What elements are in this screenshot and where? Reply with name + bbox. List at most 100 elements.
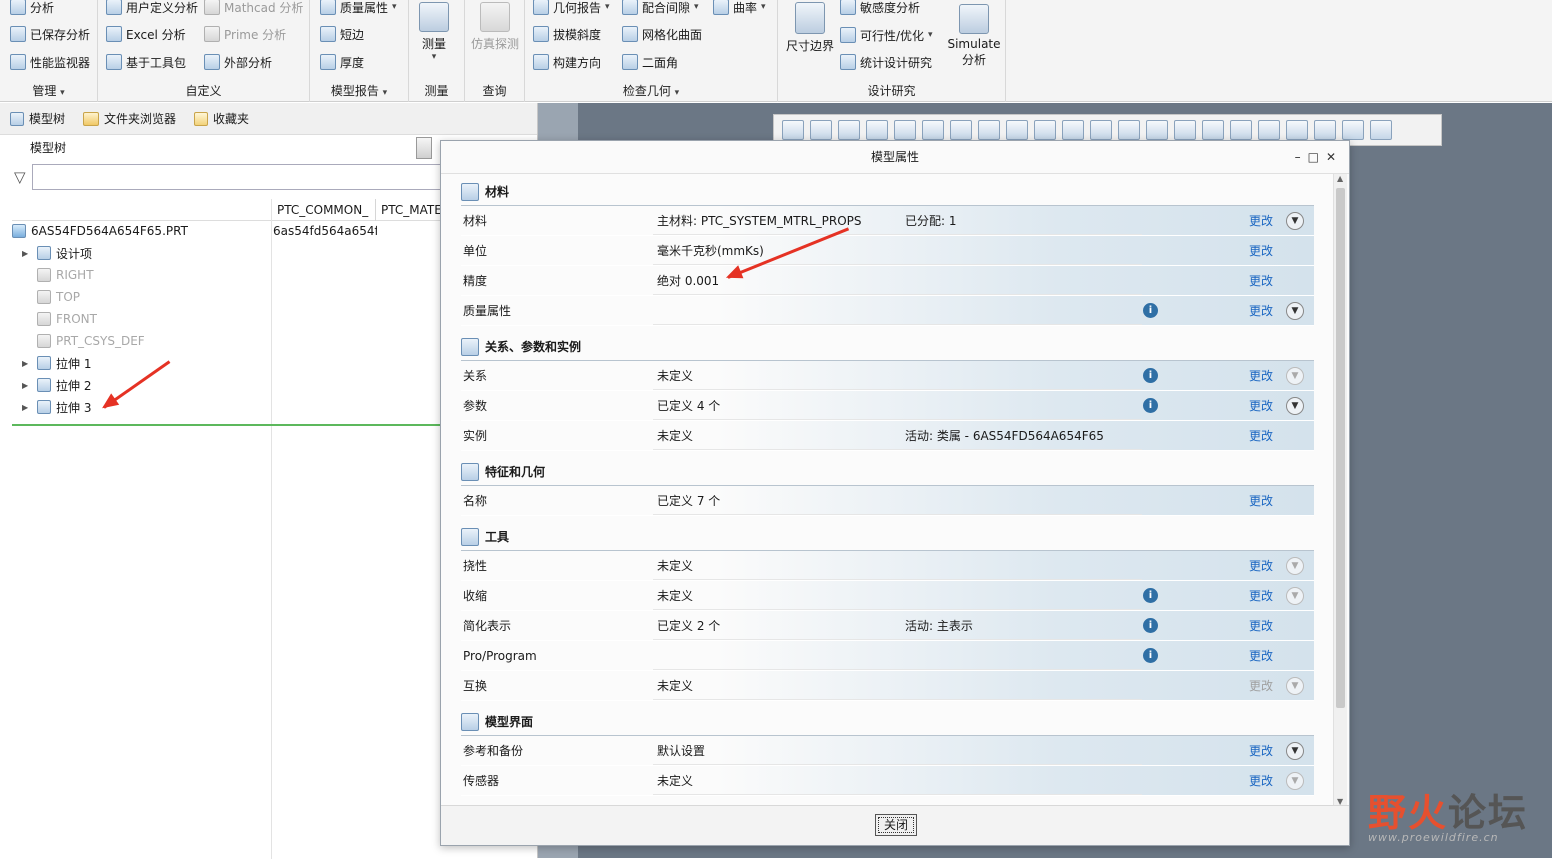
change-link[interactable]: 更改 bbox=[1249, 617, 1273, 634]
measure-button[interactable]: 测量 ▾ bbox=[419, 2, 449, 62]
filter-icon[interactable]: ▽ bbox=[14, 168, 26, 186]
performance-monitor-button[interactable]: 性能监视器 bbox=[10, 52, 90, 72]
tab-favorites[interactable]: 收藏夹 bbox=[194, 110, 249, 127]
change-link[interactable]: 更改 bbox=[1249, 302, 1273, 319]
view-tool-icon[interactable] bbox=[1062, 120, 1084, 140]
view-tool-icon[interactable] bbox=[894, 120, 916, 140]
view-tool-icon[interactable] bbox=[866, 120, 888, 140]
simulate-analysis-button[interactable]: Simulate 分析 bbox=[946, 4, 1002, 68]
scroll-thumb[interactable] bbox=[1336, 188, 1345, 708]
change-link[interactable]: 更改 bbox=[1249, 557, 1273, 574]
statistical-study-button[interactable]: 统计设计研究 bbox=[840, 52, 932, 72]
view-tool-icon[interactable] bbox=[1230, 120, 1252, 140]
view-tool-icon[interactable] bbox=[1370, 120, 1392, 140]
view-tool-icon[interactable] bbox=[1342, 120, 1364, 140]
clearance-button[interactable]: 配合间隙 ▾ bbox=[622, 0, 699, 17]
expand-chevron-icon[interactable]: ▼ bbox=[1286, 211, 1304, 230]
view-tool-icon[interactable] bbox=[1006, 120, 1028, 140]
change-link[interactable]: 更改 bbox=[1249, 587, 1273, 604]
change-link[interactable]: 更改 bbox=[1249, 242, 1273, 259]
close-button[interactable]: 关闭 bbox=[875, 814, 917, 836]
change-link[interactable]: 更改 bbox=[1249, 272, 1273, 289]
toolkit-button[interactable]: 基于工具包 bbox=[106, 52, 186, 72]
help-icon[interactable]: i bbox=[1143, 648, 1158, 663]
tab-folder-browser[interactable]: 文件夹浏览器 bbox=[83, 110, 176, 127]
change-link[interactable]: 更改 bbox=[1249, 427, 1273, 444]
draft-button[interactable]: 拔模斜度 bbox=[533, 24, 601, 44]
view-tool-icon[interactable] bbox=[1146, 120, 1168, 140]
short-edge-button[interactable]: 短边 bbox=[320, 24, 364, 44]
help-icon[interactable]: i bbox=[1143, 588, 1158, 603]
user-defined-analysis-button[interactable]: 用户定义分析 bbox=[106, 0, 198, 17]
dihedral-button[interactable]: 二面角 bbox=[622, 52, 678, 72]
inspect-group-label[interactable]: 检查几何 ▾ bbox=[525, 82, 777, 99]
maximize-icon[interactable]: □ bbox=[1308, 150, 1326, 164]
curvature-button[interactable]: 曲率 ▾ bbox=[713, 0, 766, 17]
close-icon[interactable]: ✕ bbox=[1326, 150, 1343, 164]
view-tool-icon[interactable] bbox=[1202, 120, 1224, 140]
change-link[interactable]: 更改 bbox=[1249, 492, 1273, 509]
expand-chevron-icon[interactable]: ▼ bbox=[1286, 676, 1304, 695]
view-tool-icon[interactable] bbox=[1034, 120, 1056, 140]
view-tool-icon[interactable] bbox=[1090, 120, 1112, 140]
view-tool-icon[interactable] bbox=[1314, 120, 1336, 140]
expand-chevron-icon[interactable]: ▼ bbox=[1286, 586, 1304, 605]
external-analysis-button[interactable]: 外部分析 bbox=[204, 52, 272, 72]
help-icon[interactable]: i bbox=[1143, 303, 1158, 318]
property-extra: 已分配: 1 bbox=[905, 214, 957, 228]
view-tool-icon[interactable] bbox=[950, 120, 972, 140]
view-tool-icon[interactable] bbox=[1286, 120, 1308, 140]
dialog-scrollbar[interactable]: ▲ ▼ bbox=[1333, 174, 1347, 806]
change-link[interactable]: 更改 bbox=[1249, 212, 1273, 229]
view-tool-icon[interactable] bbox=[978, 120, 1000, 140]
prime-analysis-button[interactable]: Prime 分析 bbox=[204, 24, 286, 44]
view-tool-icon[interactable] bbox=[1118, 120, 1140, 140]
thickness-button[interactable]: 厚度 bbox=[320, 52, 364, 72]
expand-arrow-icon[interactable]: ▶ bbox=[22, 381, 32, 390]
dialog-titlebar[interactable]: 模型属性 –□✕ bbox=[441, 141, 1349, 174]
expand-chevron-icon[interactable]: ▼ bbox=[1286, 556, 1304, 575]
column-ptc-common[interactable]: PTC_COMMON_ bbox=[271, 199, 375, 221]
expand-chevron-icon[interactable]: ▼ bbox=[1286, 396, 1304, 415]
sensitivity-analysis-button[interactable]: 敏感度分析 bbox=[840, 0, 920, 17]
expand-arrow-icon[interactable]: ▶ bbox=[22, 403, 32, 412]
expand-arrow-icon[interactable]: ▶ bbox=[22, 249, 32, 258]
property-row: 收缩 未定义 i 更改 ▼ bbox=[461, 581, 1314, 611]
help-icon[interactable]: i bbox=[1143, 368, 1158, 383]
expand-chevron-icon[interactable]: ▼ bbox=[1286, 741, 1304, 760]
view-tool-icon[interactable] bbox=[782, 120, 804, 140]
build-direction-button[interactable]: 构建方向 bbox=[533, 52, 601, 72]
section-header: 工具 bbox=[461, 523, 1314, 551]
mathcad-analysis-button[interactable]: Mathcad 分析 bbox=[204, 0, 303, 17]
model-report-group-label[interactable]: 模型报告 ▾ bbox=[310, 82, 408, 99]
minimize-icon[interactable]: – bbox=[1295, 150, 1308, 164]
change-link[interactable]: 更改 bbox=[1249, 742, 1273, 759]
manage-group-label[interactable]: 管理 ▾ bbox=[0, 82, 97, 99]
simulation-probe-button[interactable]: 仿真探测 bbox=[471, 2, 519, 52]
expand-chevron-icon[interactable]: ▼ bbox=[1286, 366, 1304, 385]
expand-chevron-icon[interactable]: ▼ bbox=[1286, 771, 1304, 790]
feasibility-button[interactable]: 可行性/优化 ▾ bbox=[840, 25, 933, 45]
saved-analysis-button[interactable]: 已保存分析 bbox=[10, 24, 90, 44]
mass-properties-button[interactable]: 质量属性 ▾ bbox=[320, 0, 397, 17]
tab-model-tree[interactable]: 模型树 bbox=[10, 110, 65, 127]
dimension-boundary-button[interactable]: 尺寸边界 bbox=[786, 2, 834, 54]
geometry-report-button[interactable]: 几何报告 ▾ bbox=[533, 0, 610, 17]
analysis-button[interactable]: 分析 bbox=[10, 0, 54, 17]
change-link[interactable]: 更改 bbox=[1249, 772, 1273, 789]
tools-icon[interactable] bbox=[416, 137, 432, 159]
help-icon[interactable]: i bbox=[1143, 398, 1158, 413]
change-link[interactable]: 更改 bbox=[1249, 647, 1273, 664]
excel-analysis-button[interactable]: Excel 分析 bbox=[106, 24, 186, 44]
view-tool-icon[interactable] bbox=[838, 120, 860, 140]
view-tool-icon[interactable] bbox=[1258, 120, 1280, 140]
mesh-surface-button[interactable]: 网格化曲面 bbox=[622, 24, 702, 44]
change-link[interactable]: 更改 bbox=[1249, 367, 1273, 384]
expand-arrow-icon[interactable]: ▶ bbox=[22, 359, 32, 368]
help-icon[interactable]: i bbox=[1143, 618, 1158, 633]
expand-chevron-icon[interactable]: ▼ bbox=[1286, 301, 1304, 320]
change-link[interactable]: 更改 bbox=[1249, 397, 1273, 414]
view-tool-icon[interactable] bbox=[810, 120, 832, 140]
view-tool-icon[interactable] bbox=[922, 120, 944, 140]
view-tool-icon[interactable] bbox=[1174, 120, 1196, 140]
